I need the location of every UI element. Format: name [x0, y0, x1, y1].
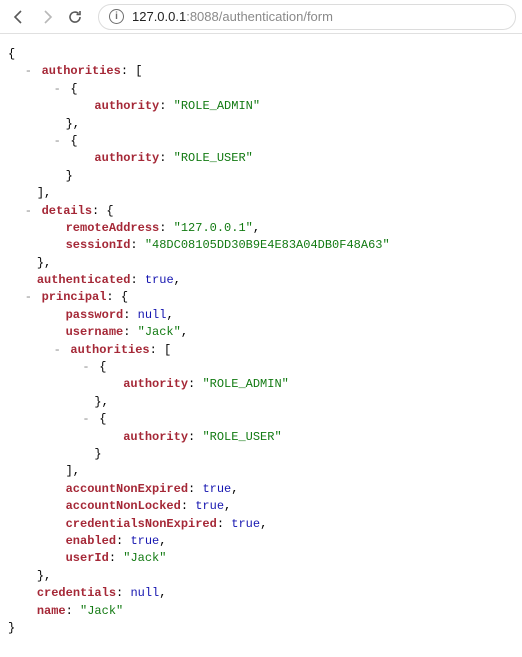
val-name: "Jack": [80, 604, 123, 618]
toggle-icon[interactable]: -: [51, 342, 63, 359]
val-authority-1: "ROLE_USER": [174, 151, 253, 165]
key-authority: authority: [94, 99, 159, 113]
key-password: password: [66, 308, 124, 322]
key-authorities: authorities: [70, 343, 149, 357]
key-sessionId: sessionId: [66, 238, 131, 252]
key-authenticated: authenticated: [37, 273, 131, 287]
key-accountNonExpired: accountNonExpired: [66, 482, 188, 496]
site-info-icon[interactable]: i: [109, 9, 124, 24]
toggle-icon[interactable]: -: [51, 133, 63, 150]
arrow-left-icon: [11, 9, 27, 25]
val-accountNonLocked: true: [195, 499, 224, 513]
toggle-icon[interactable]: -: [80, 411, 92, 428]
key-accountNonLocked: accountNonLocked: [66, 499, 181, 513]
val-username: "Jack": [138, 325, 181, 339]
val-authenticated: true: [145, 273, 174, 287]
key-authorities: authorities: [42, 64, 121, 78]
brace-close: }: [8, 620, 514, 637]
val-p-authority-0: "ROLE_ADMIN": [202, 377, 288, 391]
arrow-right-icon: [39, 9, 55, 25]
key-authority: authority: [123, 377, 188, 391]
val-password: null: [138, 308, 167, 322]
back-button[interactable]: [6, 4, 32, 30]
val-sessionId: "48DC08105DD30B9E4E83A04DB0F48A63": [145, 238, 390, 252]
reload-icon: [67, 9, 83, 25]
toggle-icon[interactable]: -: [22, 289, 34, 306]
val-credentials: null: [130, 586, 159, 600]
key-enabled: enabled: [66, 534, 116, 548]
key-authority: authority: [123, 430, 188, 444]
val-credentialsNonExpired: true: [231, 517, 260, 531]
browser-toolbar: i 127.0.0.1:8088/authentication/form: [0, 0, 522, 34]
address-bar[interactable]: i 127.0.0.1:8088/authentication/form: [98, 4, 516, 30]
key-remoteAddress: remoteAddress: [66, 221, 160, 235]
toggle-icon[interactable]: -: [22, 63, 34, 80]
url-text: 127.0.0.1:8088/authentication/form: [132, 9, 333, 24]
brace-open: {: [8, 46, 514, 63]
key-principal: principal: [42, 290, 107, 304]
toggle-icon[interactable]: -: [22, 203, 34, 220]
reload-button[interactable]: [62, 4, 88, 30]
forward-button[interactable]: [34, 4, 60, 30]
val-enabled: true: [130, 534, 159, 548]
key-credentialsNonExpired: credentialsNonExpired: [66, 517, 217, 531]
val-remoteAddress: "127.0.0.1": [174, 221, 253, 235]
key-details: details: [42, 204, 92, 218]
val-userId: "Jack": [123, 551, 166, 565]
key-name: name: [37, 604, 66, 618]
key-userId: userId: [66, 551, 109, 565]
key-credentials: credentials: [37, 586, 116, 600]
val-accountNonExpired: true: [202, 482, 231, 496]
key-authority: authority: [94, 151, 159, 165]
toggle-icon[interactable]: -: [80, 359, 92, 376]
toggle-icon[interactable]: -: [51, 81, 63, 98]
val-authority-0: "ROLE_ADMIN": [174, 99, 260, 113]
json-viewer: { - authorities: [ - { authority: "ROLE_…: [0, 34, 522, 657]
val-p-authority-1: "ROLE_USER": [202, 430, 281, 444]
key-username: username: [66, 325, 124, 339]
